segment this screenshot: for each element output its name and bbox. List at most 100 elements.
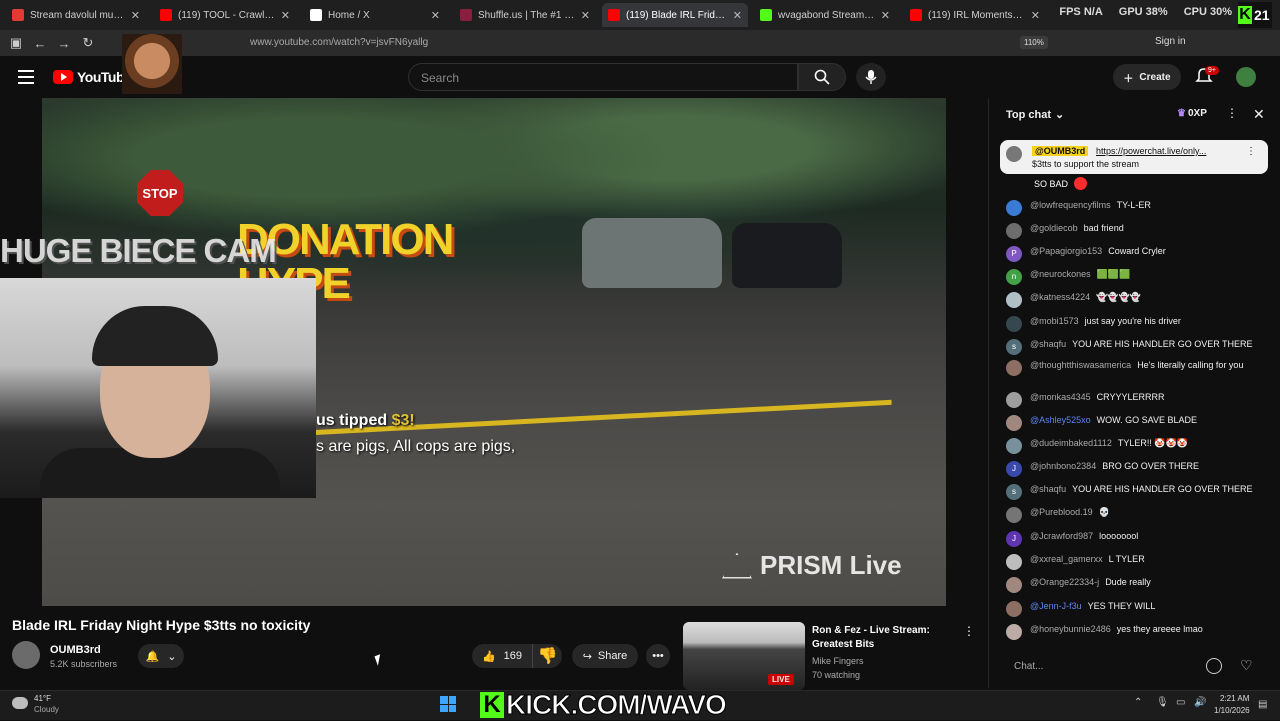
- search-button[interactable]: [798, 63, 846, 91]
- chat-avatar[interactable]: [1006, 316, 1022, 332]
- voice-search-button[interactable]: [856, 63, 886, 91]
- chat-message[interactable]: @katness4224 👻👻👻👻: [1006, 292, 1262, 308]
- pinned-link[interactable]: https://powerchat.live/only...: [1096, 146, 1236, 156]
- chevron-up-icon[interactable]: ⌃: [1134, 697, 1146, 709]
- close-icon[interactable]: ✕: [431, 9, 440, 22]
- create-button[interactable]: ＋ Create: [1113, 64, 1181, 90]
- chat-message[interactable]: @goldiecob bad friend: [1006, 223, 1262, 239]
- chat-username[interactable]: @Jenn-J-f3u: [1030, 601, 1082, 611]
- chat-username[interactable]: @Papagiorgio153: [1030, 246, 1102, 256]
- chat-username[interactable]: @mobi1573: [1030, 316, 1079, 326]
- close-icon[interactable]: ✕: [281, 9, 290, 22]
- chat-message[interactable]: @Ashley525xo WOW. GO SAVE BLADE: [1006, 415, 1262, 431]
- reload-button[interactable]: ↻: [76, 33, 100, 53]
- browser-tab[interactable]: wvagabond Stream - Watch Live ✕: [754, 3, 896, 27]
- chat-message[interactable]: @monkas4345 CRYYYLERRRR: [1006, 392, 1262, 408]
- channel-name[interactable]: OUMB3rd: [50, 644, 101, 656]
- heart-icon[interactable]: ♡: [1240, 657, 1253, 674]
- chat-username[interactable]: @neurockones: [1030, 269, 1091, 279]
- chat-avatar[interactable]: [1006, 624, 1022, 640]
- hamburger-menu-icon[interactable]: [18, 70, 34, 84]
- browser-tab[interactable]: (119) TOOL - Crawl Away (Audio ✕: [154, 3, 296, 27]
- chat-message[interactable]: @honeybunnie2486 yes they areeee lmao: [1006, 624, 1262, 640]
- chat-message[interactable]: @thoughtthiswasamerica He's literally cal…: [1006, 360, 1262, 376]
- chat-avatar[interactable]: [1006, 507, 1022, 523]
- chat-username[interactable]: @lowfrequencyfilms: [1030, 200, 1111, 210]
- browser-tab[interactable]: (119) IRL Moments - YouTube ✕: [904, 3, 1046, 27]
- chat-message[interactable]: @lowfrequencyfilms TY-L-ER: [1006, 200, 1262, 216]
- chat-mode-dropdown[interactable]: Top chat ⌄: [1006, 108, 1064, 122]
- chat-avatar[interactable]: [1006, 360, 1022, 376]
- share-button[interactable]: ↪ Share: [572, 644, 638, 668]
- search-input[interactable]: Search: [408, 63, 798, 91]
- chat-avatar[interactable]: J: [1006, 461, 1022, 477]
- youtube-logo[interactable]: YouTube: [53, 69, 132, 85]
- chat-username[interactable]: @xxreal_gamerxx: [1030, 554, 1103, 564]
- chat-username[interactable]: @katness4224: [1030, 292, 1090, 302]
- chat-avatar[interactable]: [1006, 438, 1022, 454]
- chat-message[interactable]: s @shaqfu YOU ARE HIS HANDLER GO OVER THER…: [1006, 484, 1262, 500]
- close-icon[interactable]: ✕: [581, 9, 590, 22]
- chat-avatar[interactable]: [1006, 292, 1022, 308]
- emoji-picker-icon[interactable]: [1206, 658, 1222, 674]
- dislike-button[interactable]: 👎: [532, 644, 562, 668]
- chat-input[interactable]: Chat...: [1004, 654, 1194, 680]
- chat-username[interactable]: @thoughtthiswasamerica: [1030, 360, 1131, 370]
- channel-avatar[interactable]: [12, 641, 40, 669]
- volume-icon[interactable]: 🔊: [1194, 697, 1206, 709]
- chat-message[interactable]: @Jenn-J-f3u YES THEY WILL: [1006, 601, 1262, 617]
- chat-message[interactable]: @mobi1573 just say you're his driver: [1006, 316, 1262, 332]
- chat-avatar[interactable]: [1006, 223, 1022, 239]
- chat-username[interactable]: @johnbono2384: [1030, 461, 1096, 471]
- chat-message[interactable]: @Pureblood.19 💀: [1006, 507, 1262, 523]
- chat-avatar[interactable]: [1006, 577, 1022, 593]
- pinned-menu-icon[interactable]: ⋮: [1246, 146, 1256, 157]
- close-icon[interactable]: ✕: [733, 9, 742, 22]
- close-icon[interactable]: ✕: [1031, 9, 1040, 22]
- chat-username[interactable]: @Jcrawford987: [1030, 531, 1093, 541]
- chat-username[interactable]: @monkas4345: [1030, 392, 1091, 402]
- account-avatar[interactable]: [1236, 67, 1256, 87]
- weather-description[interactable]: Cloudy: [34, 705, 59, 714]
- chat-avatar[interactable]: s: [1006, 484, 1022, 500]
- sidebar-toggle-icon[interactable]: ▣: [4, 33, 28, 53]
- chat-username[interactable]: @shaqfu: [1030, 484, 1066, 494]
- chat-options-icon[interactable]: ⋮: [1226, 106, 1238, 120]
- chat-avatar[interactable]: [1006, 392, 1022, 408]
- more-actions-button[interactable]: •••: [646, 644, 670, 668]
- forward-button[interactable]: →: [52, 33, 76, 53]
- chat-username[interactable]: @Orange22334-j: [1030, 577, 1099, 587]
- clock-time[interactable]: 2:21 AM: [1220, 694, 1249, 703]
- chat-avatar[interactable]: n: [1006, 269, 1022, 285]
- pinned-message[interactable]: @OUMB3rd https://powerchat.live/only... …: [1000, 140, 1268, 174]
- chat-message[interactable]: @xxreal_gamerxx L TYLER: [1006, 554, 1262, 570]
- close-icon[interactable]: ✕: [1253, 106, 1265, 123]
- browser-tab[interactable]: Shuffle.us | The #1 Free to Play ✕: [454, 3, 596, 27]
- chat-username[interactable]: @goldiecob: [1030, 223, 1078, 233]
- chat-username[interactable]: @honeybunnie2486: [1030, 624, 1111, 634]
- chat-username[interactable]: @Ashley525xo: [1030, 415, 1091, 425]
- chat-avatar[interactable]: J: [1006, 531, 1022, 547]
- sign-in-button[interactable]: Sign in: [1155, 36, 1186, 47]
- chat-avatar[interactable]: s: [1006, 339, 1022, 355]
- close-icon[interactable]: ✕: [881, 9, 890, 22]
- chat-avatar[interactable]: P: [1006, 246, 1022, 262]
- chat-avatar[interactable]: [1006, 601, 1022, 617]
- subscription-bell-button[interactable]: 🔔 ⌄: [138, 644, 184, 668]
- chat-message[interactable]: P @Papagiorgio153 Coward Cryler: [1006, 246, 1262, 262]
- notification-center-icon[interactable]: ▤: [1258, 699, 1270, 711]
- back-button[interactable]: ←: [28, 33, 52, 53]
- chat-avatar[interactable]: [1006, 200, 1022, 216]
- browser-tab-active[interactable]: (119) Blade IRL Friday Night ✕: [602, 3, 748, 27]
- zoom-level[interactable]: 110%: [1020, 36, 1048, 49]
- chat-message[interactable]: n @neurockones 🟩🟩🟩: [1006, 269, 1262, 285]
- like-button[interactable]: 👍 169: [472, 644, 532, 668]
- chat-avatar[interactable]: [1006, 554, 1022, 570]
- close-icon[interactable]: ✕: [131, 9, 140, 22]
- chat-message[interactable]: J @Jcrawford987 loooooool: [1006, 531, 1262, 547]
- chat-message[interactable]: s @shaqfu YOU ARE HIS HANDLER GO OVER THER…: [1006, 339, 1262, 355]
- recommended-menu-icon[interactable]: ⋮: [963, 624, 975, 638]
- url-field[interactable]: www.youtube.com/watch?v=jsvFN6yallg: [250, 37, 428, 48]
- chat-username[interactable]: @shaqfu: [1030, 339, 1066, 349]
- browser-tab[interactable]: Home / X ✕: [304, 3, 446, 27]
